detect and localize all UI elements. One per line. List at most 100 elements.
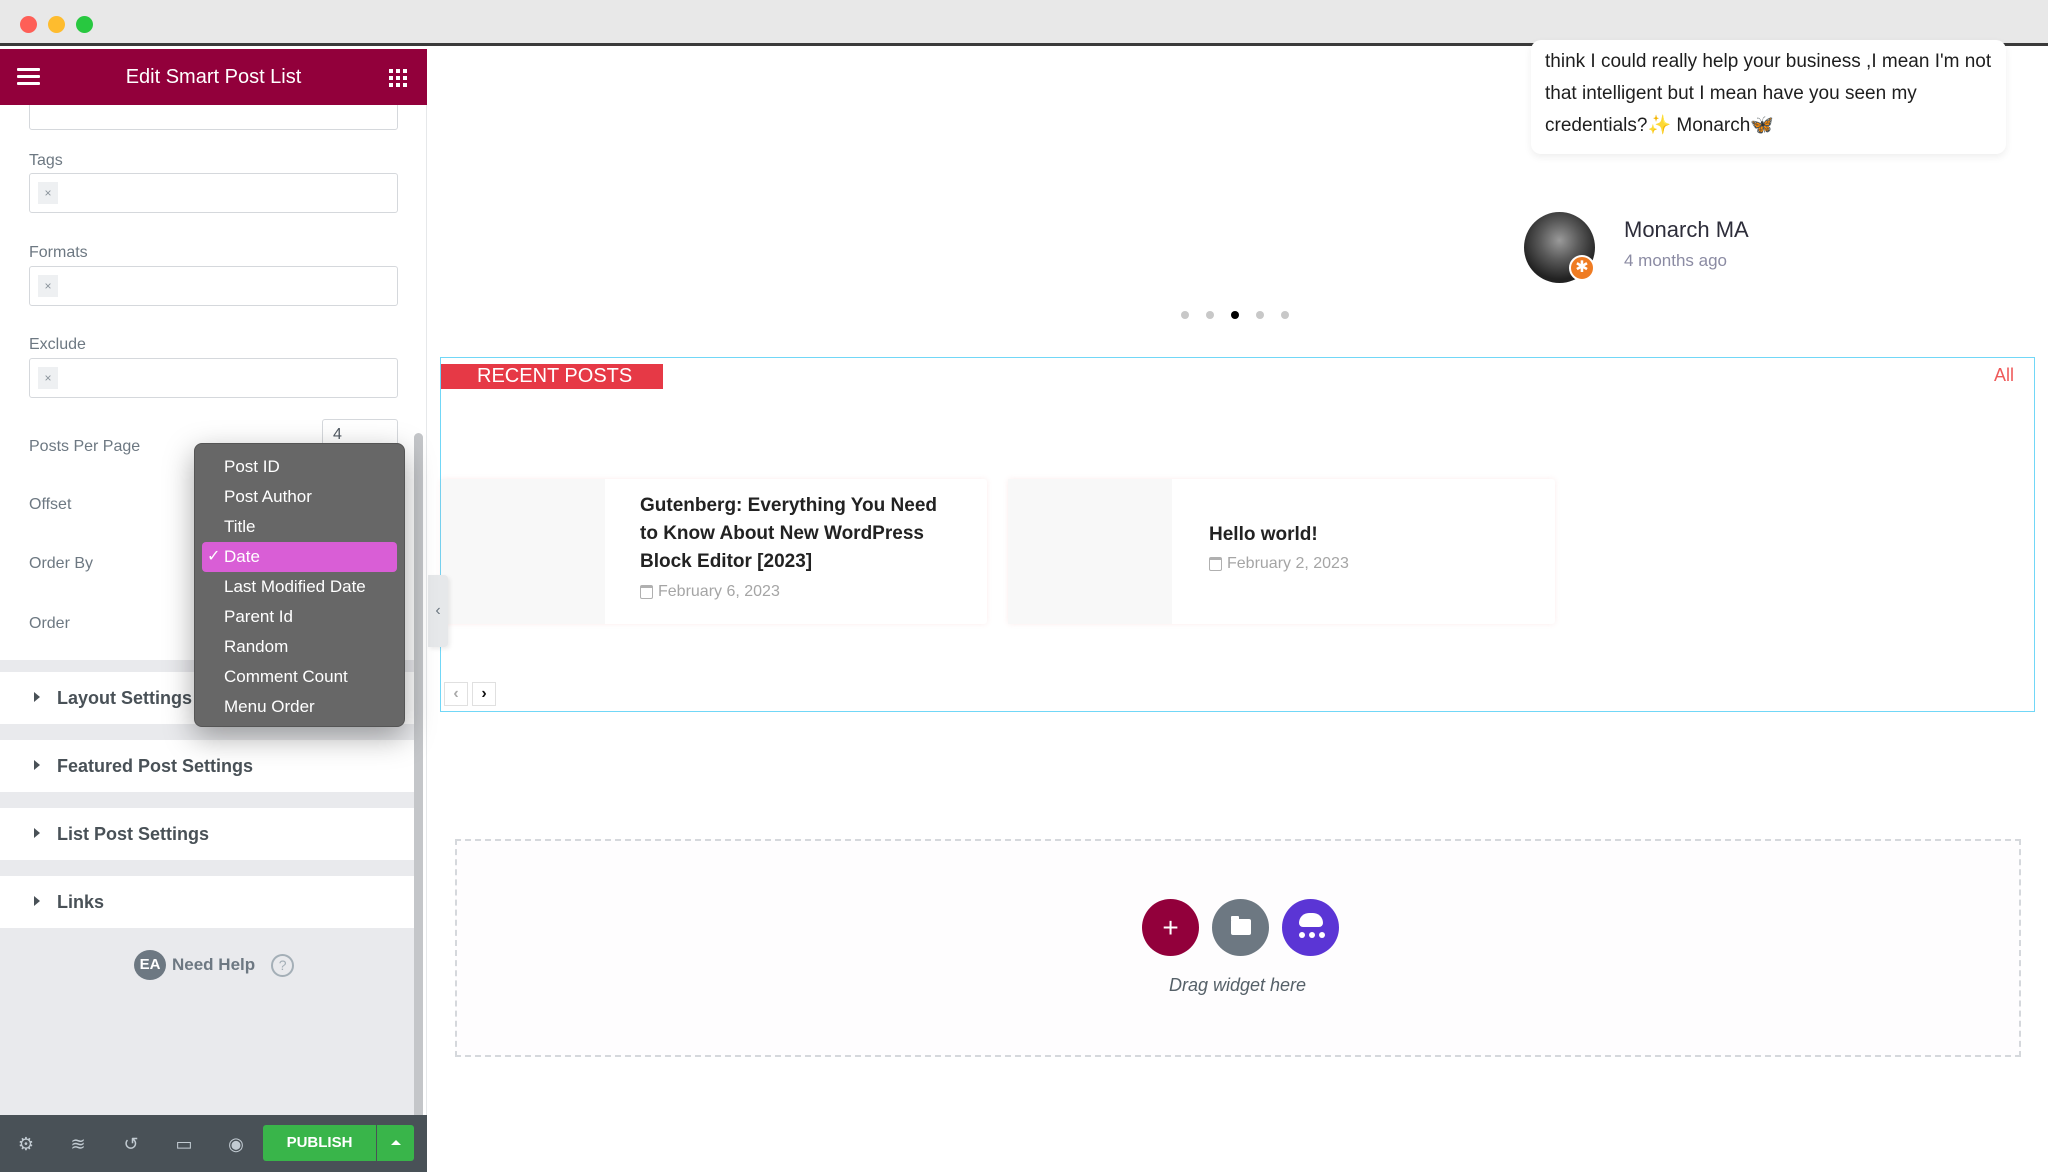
dropdown-option[interactable]: Post Author	[202, 482, 397, 512]
remove-chip-icon[interactable]: ×	[38, 367, 58, 389]
remove-chip-icon[interactable]: ×	[38, 275, 58, 297]
exclude-select[interactable]: ×	[29, 358, 398, 398]
carousel-dot[interactable]	[1206, 311, 1214, 319]
section-label: Links	[57, 892, 105, 912]
dropdown-option[interactable]: Post ID	[202, 452, 397, 482]
all-posts-link[interactable]: All	[1994, 365, 2014, 386]
section-divider	[0, 860, 420, 876]
section-label: Featured Post Settings	[57, 756, 254, 776]
folder-icon	[1231, 916, 1251, 935]
template-library-button[interactable]	[1212, 899, 1269, 956]
post-thumbnail	[1008, 479, 1172, 624]
need-help-link[interactable]: EA Need Help ?	[134, 950, 295, 980]
maximize-window-button[interactable]	[76, 16, 93, 33]
author-name: Monarch MA	[1624, 217, 1749, 242]
order-label: Order	[29, 615, 70, 632]
layers-icon[interactable]: ≋	[68, 1134, 88, 1154]
testimonial-text: think I could really help your business …	[1545, 51, 1992, 136]
order-by-label: Order By	[29, 555, 94, 572]
minimize-window-button[interactable]	[48, 16, 65, 33]
responsive-icon[interactable]: ▭	[174, 1134, 194, 1154]
remove-chip-icon[interactable]: ×	[38, 182, 58, 204]
dropdown-option[interactable]: Comment Count	[202, 662, 397, 692]
carousel-dot-active[interactable]	[1231, 311, 1239, 319]
dropdown-option[interactable]: Menu Order	[202, 692, 397, 722]
templately-button[interactable]	[1282, 899, 1339, 956]
drag-widget-hint: Drag widget here	[1168, 975, 1307, 995]
post-date-text: February 6, 2023	[658, 583, 780, 600]
posts-per-page-label: Posts Per Page	[29, 438, 141, 455]
section-label: Layout Settings	[57, 688, 193, 708]
calendar-icon	[640, 585, 653, 599]
add-section-button[interactable]: +	[1142, 899, 1199, 956]
exclude-label: Exclude	[29, 336, 86, 353]
tags-select[interactable]: ×	[29, 173, 398, 213]
post-card[interactable]: Gutenberg: Everything You Need to Know A…	[441, 479, 987, 624]
order-by-dropdown[interactable]: Post ID Post Author Title ✓ Date Last Mod…	[194, 443, 405, 727]
history-icon[interactable]: ↺	[121, 1134, 141, 1154]
panel-header: Edit Smart Post List	[0, 49, 427, 105]
dropdown-option[interactable]: Parent Id	[202, 602, 397, 632]
post-thumbnail	[441, 479, 605, 624]
dropdown-option[interactable]: Title	[202, 512, 397, 542]
option-label: Title	[224, 517, 256, 536]
carousel-dots	[1181, 311, 1289, 319]
option-label: Random	[224, 637, 289, 656]
next-button[interactable]: ›	[472, 682, 496, 706]
offset-label: Offset	[29, 496, 72, 513]
dropdown-option[interactable]: Last Modified Date	[202, 572, 397, 602]
option-label: Menu Order	[224, 697, 315, 716]
plus-icon: +	[1162, 912, 1179, 943]
caret-right-icon	[34, 896, 40, 906]
recent-posts-heading: RECENT POSTS	[441, 364, 663, 389]
section-list-post-settings[interactable]: List Post Settings	[0, 808, 420, 860]
cloud-icon	[1299, 913, 1323, 927]
publish-button[interactable]: PUBLISH	[263, 1125, 376, 1161]
ea-logo-icon: EA	[134, 950, 166, 980]
author-time: 4 months ago	[1624, 251, 1728, 270]
option-label: Post Author	[224, 487, 312, 506]
post-card[interactable]: Hello world! February 2, 2023	[1008, 479, 1555, 624]
caret-right-icon	[34, 828, 40, 838]
caret-right-icon	[34, 692, 40, 702]
question-icon: ?	[271, 953, 295, 977]
settings-icon[interactable]: ⚙	[16, 1134, 36, 1154]
carousel-dot[interactable]	[1181, 311, 1189, 319]
post-title[interactable]: Gutenberg: Everything You Need to Know A…	[640, 492, 960, 576]
panel-scrollbar[interactable]	[414, 433, 423, 1115]
publish-options-button[interactable]	[377, 1125, 414, 1161]
carousel-dot[interactable]	[1281, 311, 1289, 319]
panel-footer: ⚙ ≋ ↺ ▭ ◉ PUBLISH	[0, 1115, 427, 1172]
tags-label: Tags	[29, 152, 63, 169]
badge-icon: ✱	[1569, 255, 1595, 281]
option-label: Comment Count	[224, 667, 348, 686]
section-featured-post-settings[interactable]: Featured Post Settings	[0, 740, 420, 792]
panel-title: Edit Smart Post List	[125, 66, 302, 88]
option-label: Last Modified Date	[224, 577, 366, 596]
calendar-icon	[1209, 557, 1222, 571]
post-date: February 2, 2023	[1209, 555, 1349, 573]
collapse-panel-button[interactable]: ‹	[428, 575, 448, 647]
cloud-dots-icon	[1299, 932, 1325, 938]
formats-select[interactable]: ×	[29, 266, 398, 306]
option-label: Parent Id	[224, 607, 293, 626]
post-date: February 6, 2023	[640, 583, 780, 601]
categories-select[interactable]	[29, 105, 398, 130]
section-links[interactable]: Links	[0, 876, 420, 928]
dropdown-option[interactable]: Random	[202, 632, 397, 662]
carousel-dot[interactable]	[1256, 311, 1264, 319]
close-window-button[interactable]	[20, 16, 37, 33]
post-date-text: February 2, 2023	[1227, 555, 1349, 572]
section-label: List Post Settings	[57, 824, 210, 844]
formats-label: Formats	[29, 244, 88, 261]
dropdown-option-selected[interactable]: ✓ Date	[202, 542, 397, 572]
preview-icon[interactable]: ◉	[226, 1134, 246, 1154]
grid-icon[interactable]	[389, 69, 407, 87]
option-label: Post ID	[224, 457, 280, 476]
post-title[interactable]: Hello world!	[1209, 521, 1529, 549]
prev-button[interactable]: ‹	[444, 682, 468, 706]
option-label: Date	[224, 547, 260, 566]
need-help-text: Need Help	[172, 955, 256, 974]
section-divider	[0, 792, 420, 808]
caret-right-icon	[34, 760, 40, 770]
